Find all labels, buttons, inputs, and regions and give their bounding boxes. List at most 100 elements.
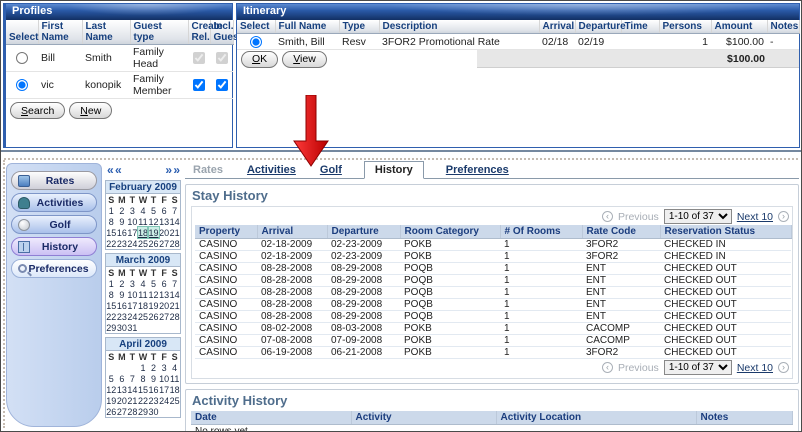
previous-page-icon[interactable]: ‹ xyxy=(602,362,613,373)
create-rel-checkbox[interactable] xyxy=(193,52,205,64)
calendar-day[interactable]: 12 xyxy=(148,216,159,227)
sidebar-item-rates[interactable]: Rates xyxy=(11,171,97,190)
table-row[interactable]: CASINO08-28-200808-29-2008POQB1ENTCHECKE… xyxy=(195,263,791,275)
calendar-day[interactable]: 15 xyxy=(106,300,117,311)
sidebar-item-golf[interactable]: Golf xyxy=(11,215,97,234)
previous-page-icon[interactable]: ‹ xyxy=(602,211,613,222)
calendar-day[interactable]: 1 xyxy=(138,362,149,373)
calendar-day[interactable]: 1 xyxy=(106,205,117,216)
calendar-day[interactable]: 28 xyxy=(169,238,180,249)
calendar-day[interactable]: 20 xyxy=(159,300,170,311)
calendar-day[interactable]: 5 xyxy=(148,278,159,289)
calendar-day[interactable]: 18 xyxy=(169,384,180,395)
calendar-day[interactable]: 13 xyxy=(159,289,170,300)
calendar-day[interactable]: 28 xyxy=(169,311,180,322)
sidebar-item-activities[interactable]: Activities xyxy=(11,193,97,212)
profile-row[interactable]: vic konopik Family Member xyxy=(6,72,233,99)
table-row[interactable]: CASINO08-02-200808-03-2008POKB1CACOMPCHE… xyxy=(195,323,791,335)
calendar-day[interactable]: 27 xyxy=(159,238,170,249)
calendar-day[interactable]: 4 xyxy=(169,362,180,373)
calendar-day[interactable]: 11 xyxy=(138,216,149,227)
calendar-prev-icon[interactable]: « « xyxy=(107,163,121,177)
calendar-day[interactable]: 17 xyxy=(127,300,138,311)
calendar-day[interactable]: 31 xyxy=(127,322,138,333)
calendar-day[interactable]: 24 xyxy=(127,311,138,322)
table-row[interactable]: CASINO07-08-200807-09-2008POKB1CACOMPCHE… xyxy=(195,335,791,347)
calendar-day[interactable]: 8 xyxy=(106,289,117,300)
calendar-day[interactable]: 21 xyxy=(127,395,138,406)
calendar-day[interactable]: 25 xyxy=(138,238,149,249)
calendar-day[interactable]: 9 xyxy=(117,216,128,227)
calendar-day[interactable]: 7 xyxy=(169,205,180,216)
calendar-day[interactable]: 23 xyxy=(117,238,128,249)
ok-button[interactable]: OK xyxy=(241,51,278,68)
itinerary-row[interactable]: Smith, Bill Resv 3FOR2 Promotional Rate … xyxy=(237,34,799,50)
calendar-day[interactable]: 5 xyxy=(106,373,117,384)
table-row[interactable]: CASINO02-18-200902-23-2009POKB13FOR2CHEC… xyxy=(195,251,791,263)
incl-guest-checkbox[interactable] xyxy=(216,52,228,64)
calendar-day[interactable]: 14 xyxy=(127,384,138,395)
calendar-day[interactable]: 3 xyxy=(159,362,170,373)
calendar-day[interactable]: 3 xyxy=(127,205,138,216)
calendar-day[interactable]: 17 xyxy=(159,384,170,395)
calendar-day[interactable]: 21 xyxy=(169,300,180,311)
page-range-select[interactable]: 1-10 of 37 xyxy=(664,360,732,375)
calendar-day[interactable]: 15 xyxy=(106,227,117,238)
calendar-day[interactable]: 13 xyxy=(117,384,128,395)
calendar-day[interactable]: 15 xyxy=(138,384,149,395)
calendar-day[interactable]: 20 xyxy=(117,395,128,406)
next-page-icon[interactable]: › xyxy=(778,211,789,222)
calendar-day[interactable]: 1 xyxy=(106,278,117,289)
calendar-day[interactable]: 2 xyxy=(117,278,128,289)
profile-select-radio[interactable] xyxy=(16,52,28,64)
calendar-day[interactable]: 16 xyxy=(117,300,128,311)
calendar-day[interactable]: 10 xyxy=(127,216,138,227)
calendar-day[interactable]: 9 xyxy=(148,373,159,384)
calendar-day[interactable]: 11 xyxy=(169,373,180,384)
calendar-day[interactable]: 7 xyxy=(127,373,138,384)
calendar-day[interactable]: 18 xyxy=(138,227,149,238)
calendar-day[interactable]: 10 xyxy=(127,289,138,300)
calendar-day[interactable]: 9 xyxy=(117,289,128,300)
next-link[interactable]: Next 10 xyxy=(737,362,773,374)
calendar-day[interactable]: 19 xyxy=(148,300,159,311)
table-row[interactable]: CASINO08-28-200808-29-2008POQB1ENTCHECKE… xyxy=(195,311,791,323)
calendar-day[interactable]: 29 xyxy=(106,322,117,333)
table-row[interactable]: CASINO08-28-200808-29-2008POQB1ENTCHECKE… xyxy=(195,287,791,299)
page-range-select[interactable]: 1-10 of 37 xyxy=(664,209,732,224)
calendar-day[interactable]: 7 xyxy=(169,278,180,289)
search-button[interactable]: Search xyxy=(10,102,65,119)
calendar-day[interactable]: 22 xyxy=(106,311,117,322)
calendar-day[interactable]: 30 xyxy=(117,322,128,333)
sidebar-item-history[interactable]: History xyxy=(11,237,97,256)
calendar-day[interactable]: 26 xyxy=(148,311,159,322)
calendar-day[interactable]: 19 xyxy=(148,227,159,238)
calendar-day[interactable]: 5 xyxy=(148,205,159,216)
calendar-day[interactable]: 8 xyxy=(106,216,117,227)
calendar-day[interactable]: 27 xyxy=(117,406,128,417)
table-row[interactable]: CASINO02-18-200902-23-2009POKB13FOR2CHEC… xyxy=(195,239,791,251)
calendar-day[interactable]: 26 xyxy=(148,238,159,249)
calendar-day[interactable]: 26 xyxy=(106,406,117,417)
calendar-day[interactable]: 24 xyxy=(159,395,170,406)
profile-select-radio[interactable] xyxy=(16,79,28,91)
calendar-day[interactable]: 17 xyxy=(127,227,138,238)
calendar-day[interactable]: 27 xyxy=(159,311,170,322)
calendar-day[interactable]: 30 xyxy=(148,406,159,417)
itinerary-select-radio[interactable] xyxy=(250,36,262,48)
calendar-day[interactable]: 29 xyxy=(138,406,149,417)
calendar-day[interactable]: 22 xyxy=(106,238,117,249)
calendar-day[interactable]: 20 xyxy=(159,227,170,238)
view-button[interactable]: View xyxy=(282,51,327,68)
calendar-day[interactable]: 6 xyxy=(117,373,128,384)
calendar-day[interactable]: 18 xyxy=(138,300,149,311)
calendar-day[interactable]: 23 xyxy=(148,395,159,406)
calendar-day[interactable]: 4 xyxy=(138,278,149,289)
sidebar-item-preferences[interactable]: Preferences xyxy=(11,259,97,278)
calendar-day[interactable]: 2 xyxy=(117,205,128,216)
profile-row[interactable]: Bill Smith Family Head xyxy=(6,45,233,72)
tab-history[interactable]: History xyxy=(364,161,424,179)
calendar-day[interactable]: 16 xyxy=(148,384,159,395)
incl-guest-checkbox[interactable] xyxy=(216,79,228,91)
new-button[interactable]: New xyxy=(69,102,112,119)
